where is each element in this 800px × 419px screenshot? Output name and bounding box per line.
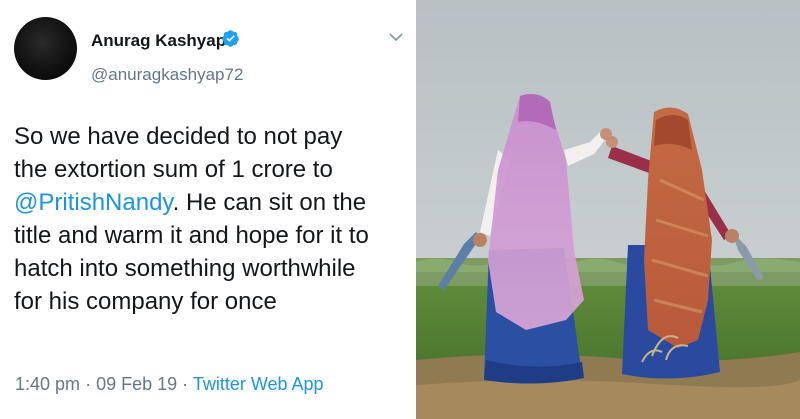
tweet-text-line: hatch into something worthwhile bbox=[14, 255, 356, 282]
meta-separator: · bbox=[85, 374, 92, 394]
photo-illustration bbox=[416, 0, 800, 419]
avatar[interactable] bbox=[14, 17, 77, 80]
tweet-date[interactable]: 09 Feb 19 bbox=[96, 374, 177, 394]
chevron-down-icon[interactable] bbox=[389, 33, 403, 42]
author-name[interactable]: Anurag Kashyap bbox=[91, 31, 226, 51]
tweet-text-line: So we have decided to not pay bbox=[14, 123, 343, 150]
tweet-source-link[interactable]: Twitter Web App bbox=[193, 374, 324, 394]
tweet-text-line: the extortion sum of 1 crore to bbox=[14, 156, 333, 183]
tweet-text-fragment: . He can sit on the bbox=[172, 189, 367, 216]
mention-link[interactable]: @PritishNandy bbox=[14, 189, 173, 216]
photo bbox=[416, 0, 800, 419]
meta-separator: · bbox=[182, 374, 189, 394]
tweet-time[interactable]: 1:40 pm bbox=[15, 374, 80, 394]
tweet-meta: 1:40 pm · 09 Feb 19 · Twitter Web App bbox=[15, 374, 324, 395]
tweet-text-line: @PritishNandy. He can sit on the bbox=[14, 186, 414, 219]
tweet-text-line: for his company for once bbox=[14, 288, 277, 315]
tweet-text: So we have decided to not pay the extort… bbox=[14, 120, 414, 318]
tweet-text-line: title and warm it and hope for it to bbox=[14, 222, 369, 249]
author-handle[interactable]: @anuragkashyap72 bbox=[91, 65, 243, 85]
tweet-card: Anurag Kashyap @anuragkashyap72 So we ha… bbox=[0, 0, 416, 419]
verified-badge-icon bbox=[222, 30, 239, 47]
